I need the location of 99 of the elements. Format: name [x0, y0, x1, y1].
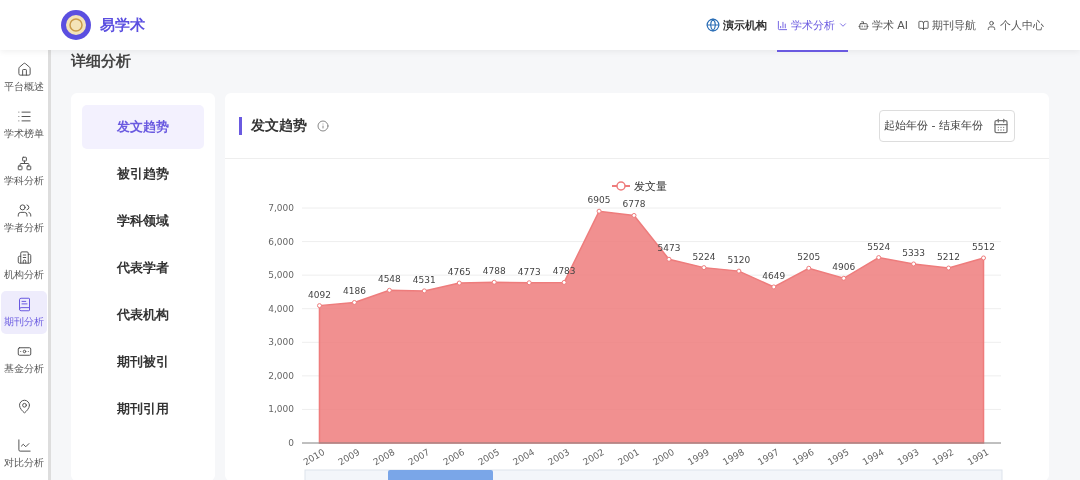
data-point: [596, 208, 602, 214]
nav-icon: [776, 19, 788, 31]
zoom-slider-handle[interactable]: [388, 470, 493, 480]
book-icon: [16, 296, 32, 312]
y-tick-label: 6,000: [268, 236, 294, 247]
y-tick-label: 1,000: [268, 404, 294, 415]
list-icon: [16, 108, 32, 124]
zoom-slider-track[interactable]: [304, 469, 1003, 480]
data-point: [561, 279, 567, 285]
sidebar-label: 学科分析: [4, 173, 44, 188]
data-label: 4906: [832, 262, 856, 273]
menu-item[interactable]: 代表机构: [82, 293, 204, 337]
data-label: 4649: [762, 270, 786, 281]
data-point: [421, 288, 427, 294]
data-label: 5524: [867, 241, 891, 252]
menu-item[interactable]: 被引趋势: [82, 152, 204, 196]
panel-title: 发文趋势: [239, 116, 307, 135]
hierarchy-icon: [16, 155, 32, 171]
data-label: 4548: [377, 274, 401, 285]
sidebar-label: 基金分析: [4, 361, 44, 376]
caret-icon: [837, 20, 848, 30]
home-icon: [16, 61, 32, 77]
data-point: [806, 265, 812, 271]
data-point: [981, 255, 987, 261]
map-pin-icon: [16, 399, 32, 414]
menu-item[interactable]: 发文趋势: [82, 105, 204, 149]
sidebar-label: 学者分析: [4, 220, 44, 235]
data-point: [386, 287, 392, 293]
nav-icon: [986, 19, 997, 31]
logo-icon: [60, 9, 92, 41]
nav-icon: [918, 19, 929, 31]
data-point: [631, 212, 637, 218]
data-point: [771, 284, 777, 290]
y-tick-label: 2,000: [268, 370, 294, 381]
line-chart-icon: [16, 437, 32, 453]
legend-icon: [611, 181, 631, 191]
data-label: 5224: [692, 251, 716, 262]
data-point: [351, 299, 357, 305]
sidebar-item[interactable]: 机构分析: [1, 244, 47, 287]
data-point: [526, 280, 532, 286]
sidebar-item[interactable]: 基金分析: [1, 338, 47, 381]
nav-link[interactable]: 学术 AI: [857, 0, 908, 52]
data-point: [736, 268, 742, 274]
data-label: 4765: [447, 267, 471, 278]
data-point: [876, 255, 882, 261]
building-icon: [16, 249, 32, 265]
sidebar-item[interactable]: 学者分析: [1, 197, 47, 240]
sidebar-label: 机构分析: [4, 267, 44, 282]
data-label: 5205: [797, 252, 821, 263]
nav-link[interactable]: 期刊导航: [918, 0, 976, 52]
data-point: [946, 265, 952, 271]
data-point: [841, 275, 847, 281]
menu-item[interactable]: 期刊被引: [82, 340, 204, 384]
data-label: 4531: [412, 274, 436, 285]
y-tick-label: 7,000: [268, 203, 294, 213]
nav-link[interactable]: 学术分析: [776, 0, 848, 52]
data-label: 6905: [587, 195, 611, 206]
data-label: 5212: [937, 252, 961, 263]
sidebar-item[interactable]: 平台概述: [1, 56, 47, 99]
page-title: 详细分析: [71, 51, 132, 72]
y-tick-label: 4,000: [268, 303, 294, 314]
data-label: 4092: [308, 289, 331, 300]
y-tick-label: 0: [288, 438, 294, 448]
menu-item[interactable]: 期刊引用: [82, 387, 204, 431]
date-range-field[interactable]: 起始年份 - 结束年份: [879, 109, 1015, 142]
nav-link[interactable]: 个人中心: [986, 0, 1044, 52]
sidebar-label: 平台概述: [4, 79, 44, 94]
data-label: 4186: [342, 286, 366, 297]
sidebar-item[interactable]: 对比分析: [1, 432, 47, 475]
data-point: [456, 280, 462, 286]
nav-icon: [857, 19, 869, 31]
data-point: [666, 256, 672, 262]
sidebar-label: 期刊分析: [4, 314, 44, 329]
data-point: [701, 265, 707, 271]
menu-item[interactable]: 学科领域: [82, 199, 204, 243]
y-tick-label: 3,000: [268, 337, 294, 348]
data-point: [911, 261, 917, 267]
data-label: 4788: [482, 266, 506, 277]
data-label: 4773: [517, 266, 541, 277]
menu-item[interactable]: 代表学者: [82, 246, 204, 290]
info-icon[interactable]: [317, 119, 329, 132]
sidebar-item[interactable]: 期刊分析: [1, 291, 47, 334]
sidebar-item[interactable]: 学术榜单: [1, 103, 47, 146]
calendar-icon: [993, 117, 1009, 134]
y-tick-label: 5,000: [268, 270, 294, 281]
brand-name: 易学术: [100, 15, 145, 35]
sidebar-item[interactable]: 学科分析: [1, 150, 47, 193]
sidebar-label: 对比分析: [4, 455, 44, 470]
data-point: [317, 303, 322, 309]
data-label: 5333: [902, 247, 926, 258]
nav-link[interactable]: 演示机构: [705, 0, 767, 52]
data-label: 6778: [622, 199, 646, 210]
legend-label: 发文量: [634, 180, 667, 193]
sidebar-label: 学术榜单: [4, 126, 44, 141]
data-label: 5512: [972, 241, 995, 252]
data-label: 5120: [727, 255, 751, 266]
nav-icon: [705, 18, 720, 32]
data-point: [491, 279, 497, 285]
users-icon: [16, 202, 32, 218]
